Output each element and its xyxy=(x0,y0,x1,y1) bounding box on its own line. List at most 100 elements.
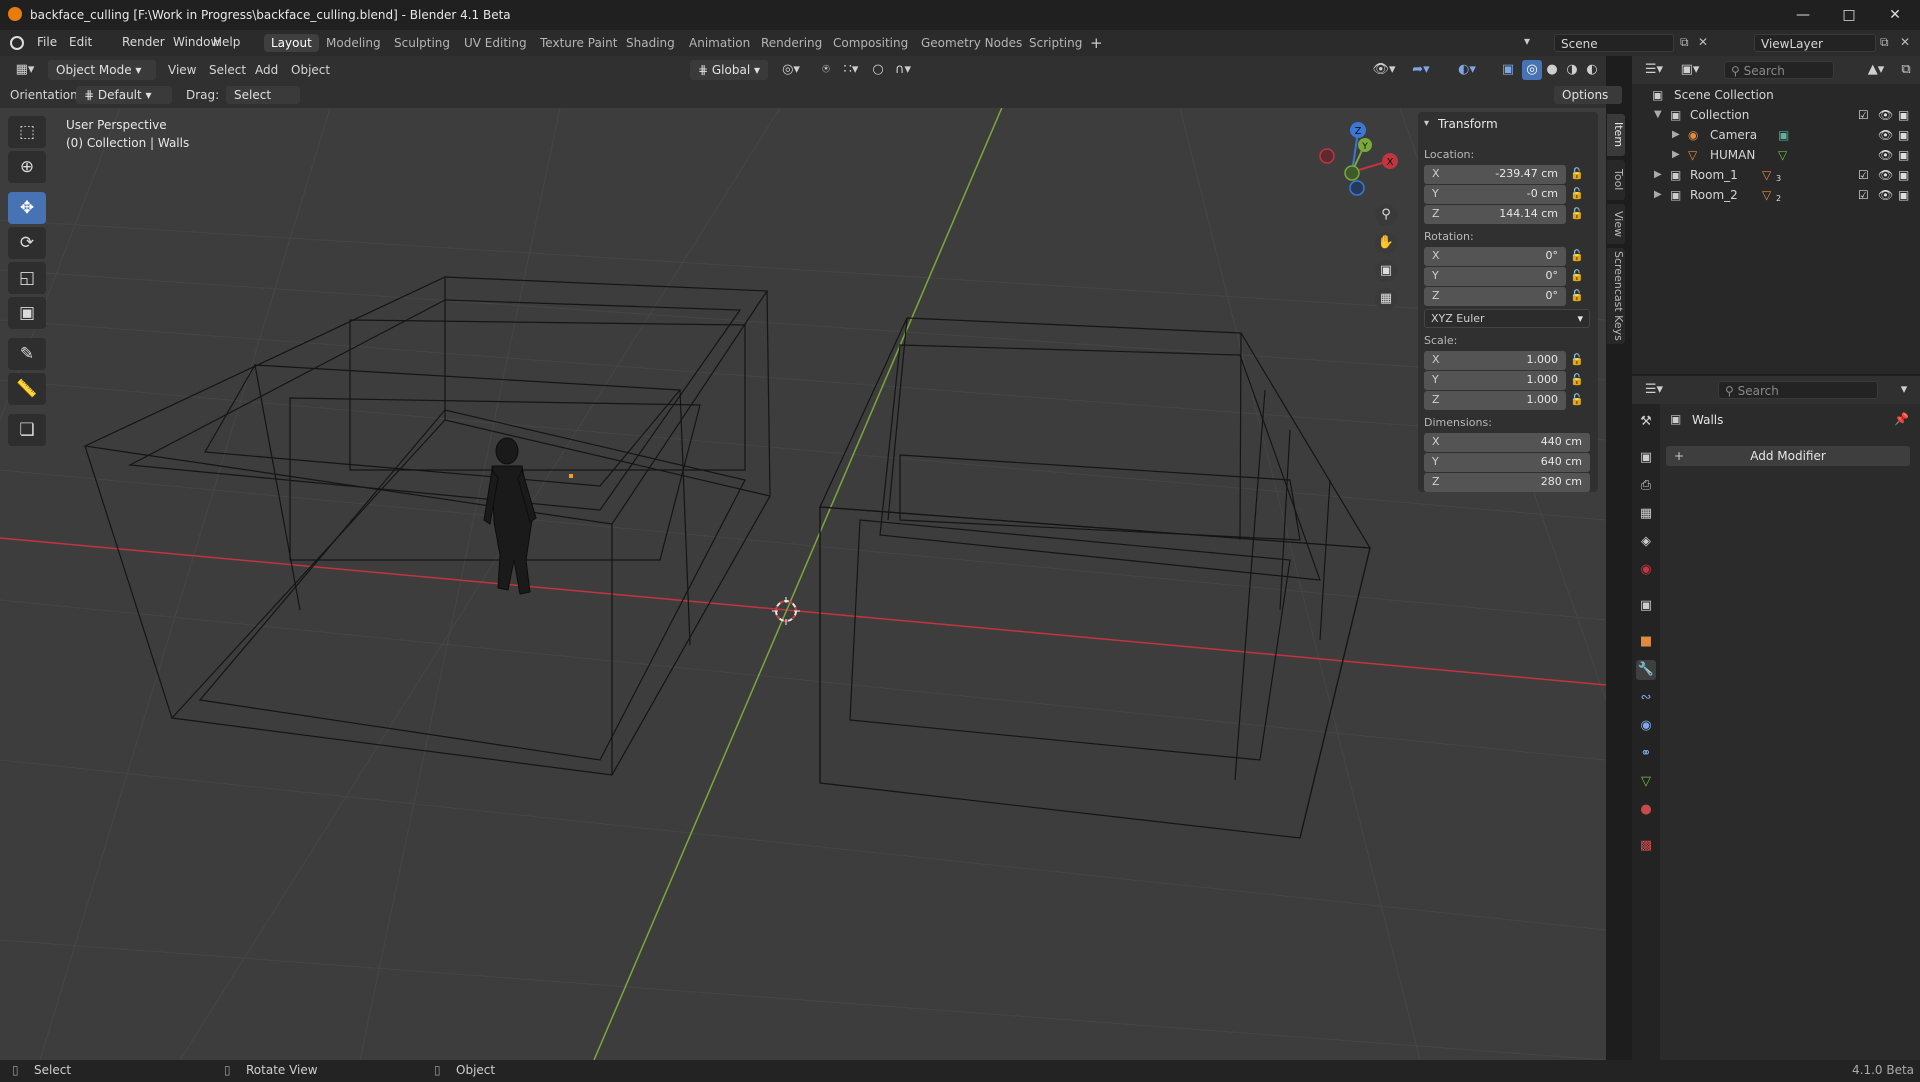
chevron-right-icon[interactable]: ▶ xyxy=(1654,165,1662,185)
chevron-down-icon[interactable]: ▾ xyxy=(1894,380,1914,400)
outliner-editor-icon[interactable]: ☰▾ xyxy=(1640,60,1668,80)
tab-layout[interactable]: Layout xyxy=(264,34,319,52)
maximize-icon[interactable]: □ xyxy=(1840,6,1858,24)
outliner-row-camera[interactable]: ▶ ◉ Camera ▣ 👁 ▣ xyxy=(1632,125,1920,145)
chevron-right-icon[interactable]: ▶ xyxy=(1672,125,1680,145)
lock-icon[interactable]: 🔓 xyxy=(1570,167,1584,180)
tab-screencast-keys[interactable]: Screencast Keys xyxy=(1607,248,1625,344)
checkbox-icon[interactable]: ☑ xyxy=(1858,185,1869,205)
eye-icon[interactable]: 👁 xyxy=(1878,145,1893,165)
navigation-gizmo[interactable]: Z Y X xyxy=(1319,122,1398,196)
minimize-icon[interactable]: — xyxy=(1794,6,1812,24)
new-view-layer-icon[interactable]: ⧉ xyxy=(1880,35,1889,50)
zoom-icon[interactable]: ⚲ xyxy=(1375,204,1397,226)
eye-icon[interactable]: 👁 xyxy=(1878,185,1893,205)
lock-icon[interactable]: 🔓 xyxy=(1570,353,1584,366)
ortho-toggle-icon[interactable]: ▦ xyxy=(1375,288,1397,310)
render-properties-icon[interactable]: ▣ xyxy=(1636,448,1656,468)
collection-properties-icon[interactable]: ▣ xyxy=(1636,596,1656,616)
outliner-row-collection[interactable]: ▼ ▣ Collection ☑ 👁 ▣ xyxy=(1632,105,1920,125)
tab-view[interactable]: View xyxy=(1607,204,1625,244)
new-collection-icon[interactable]: ⧉ xyxy=(1896,60,1916,80)
visibility-icon[interactable]: 👁▾ xyxy=(1370,60,1398,80)
new-scene-icon[interactable]: ⧉ xyxy=(1680,35,1689,50)
display-mode-icon[interactable]: ▣▾ xyxy=(1676,60,1704,80)
view-layer-field[interactable]: ViewLayer xyxy=(1754,34,1876,52)
rotation-y-field[interactable]: Y 0° xyxy=(1424,267,1566,286)
lock-icon[interactable]: 🔓 xyxy=(1570,269,1584,282)
delete-scene-icon[interactable]: ✕ xyxy=(1698,35,1708,49)
checkbox-icon[interactable]: ☑ xyxy=(1858,105,1869,125)
checkbox-icon[interactable]: ☑ xyxy=(1858,165,1869,185)
location-x-field[interactable]: X -239.47 cm xyxy=(1424,165,1566,184)
tab-scripting[interactable]: Scripting xyxy=(1022,34,1089,52)
tab-geometry-nodes[interactable]: Geometry Nodes xyxy=(914,34,1029,52)
wireframe-shading-icon[interactable]: ◎ xyxy=(1522,60,1542,80)
add-workspace-icon[interactable]: + xyxy=(1090,34,1103,52)
dimension-y-field[interactable]: Y 640 cm xyxy=(1424,453,1590,472)
tab-shading[interactable]: Shading xyxy=(619,34,682,52)
eye-icon[interactable]: 👁 xyxy=(1878,165,1893,185)
texture-properties-icon[interactable]: ▩ xyxy=(1636,836,1656,856)
scale-x-field[interactable]: X 1.000 xyxy=(1424,351,1566,370)
delete-view-layer-icon[interactable]: ✕ xyxy=(1900,35,1910,49)
tab-uv-editing[interactable]: UV Editing xyxy=(457,34,534,52)
object-properties-icon[interactable]: ■ xyxy=(1636,632,1656,652)
chevron-down-icon[interactable]: ▼ xyxy=(1654,105,1662,125)
snap-toggle-icon[interactable]: ⍟ xyxy=(816,60,836,80)
move-tool-icon[interactable]: ✥ xyxy=(8,192,46,224)
menu-add[interactable]: Add xyxy=(255,63,278,77)
physics-properties-icon[interactable]: ◉ xyxy=(1636,716,1656,736)
dimension-z-field[interactable]: Z 280 cm xyxy=(1424,473,1590,492)
outliner-row-human[interactable]: ▶ ▽ HUMAN ▽ 👁 ▣ xyxy=(1632,145,1920,165)
solid-shading-icon[interactable]: ● xyxy=(1542,60,1562,80)
tab-modeling[interactable]: Modeling xyxy=(319,34,388,52)
scale-y-field[interactable]: Y 1.000 xyxy=(1424,371,1566,390)
transform-tool-icon[interactable]: ▣ xyxy=(8,297,46,329)
render-camera-icon[interactable]: ▣ xyxy=(1898,145,1909,165)
properties-editor-icon[interactable]: ☰▾ xyxy=(1640,380,1668,400)
cursor-tool-icon[interactable]: ⊕ xyxy=(8,151,46,183)
world-properties-icon[interactable]: ◉ xyxy=(1636,560,1656,580)
object-mode-dropdown[interactable]: Object Mode ▾ xyxy=(48,60,156,80)
menu-object[interactable]: Object xyxy=(291,63,330,77)
rotate-tool-icon[interactable]: ⟳ xyxy=(8,227,46,259)
render-camera-icon[interactable]: ▣ xyxy=(1898,185,1909,205)
location-y-field[interactable]: Y -0 cm xyxy=(1424,185,1566,204)
constraints-properties-icon[interactable]: ⚭ xyxy=(1636,744,1656,764)
transform-orientation-dropdown[interactable]: ⋕ Global ▾ xyxy=(690,60,768,80)
output-properties-icon[interactable]: ⎙ xyxy=(1636,476,1656,496)
rendered-shading-icon[interactable]: ◐ xyxy=(1582,60,1602,80)
render-camera-icon[interactable]: ▣ xyxy=(1898,125,1909,145)
add-cube-tool-icon[interactable]: ❏ xyxy=(8,414,46,446)
blender-menu-icon[interactable] xyxy=(10,36,24,50)
eye-icon[interactable]: 👁 xyxy=(1878,105,1893,125)
tab-animation[interactable]: Animation xyxy=(682,34,757,52)
add-modifier-button[interactable]: + Add Modifier xyxy=(1666,446,1910,466)
particles-properties-icon[interactable]: ∾ xyxy=(1636,688,1656,708)
scene-properties-icon[interactable]: ◈ xyxy=(1636,532,1656,552)
pin-icon[interactable]: 📌 xyxy=(1894,412,1909,426)
modifier-properties-icon[interactable]: 🔧 xyxy=(1636,660,1656,680)
lock-icon[interactable]: 🔓 xyxy=(1570,207,1584,220)
menu-edit[interactable]: Edit xyxy=(69,35,92,49)
options-dropdown[interactable]: Options ▾ xyxy=(1554,86,1622,120)
rotation-x-field[interactable]: X 0° xyxy=(1424,247,1566,266)
xray-icon[interactable]: ▣ xyxy=(1498,60,1518,80)
tab-compositing[interactable]: Compositing xyxy=(826,34,915,52)
menu-select[interactable]: Select xyxy=(209,63,246,77)
rotation-mode-dropdown[interactable]: XYZ Euler ▾ xyxy=(1424,309,1590,328)
chevron-right-icon[interactable]: ▶ xyxy=(1654,185,1662,205)
lock-icon[interactable]: 🔓 xyxy=(1570,393,1584,406)
render-camera-icon[interactable]: ▣ xyxy=(1898,105,1909,125)
lock-icon[interactable]: 🔓 xyxy=(1570,249,1584,262)
measure-tool-icon[interactable]: 📏 xyxy=(8,373,46,405)
lock-icon[interactable]: 🔓 xyxy=(1570,289,1584,302)
rotation-z-field[interactable]: Z 0° xyxy=(1424,287,1566,306)
menu-file[interactable]: File xyxy=(37,35,57,49)
pan-hand-icon[interactable]: ✋ xyxy=(1375,232,1397,254)
menu-help[interactable]: Help xyxy=(213,35,240,49)
scene-browse-icon[interactable]: ▾ xyxy=(1524,34,1552,52)
menu-render[interactable]: Render xyxy=(122,35,165,49)
view-layer-properties-icon[interactable]: ▦ xyxy=(1636,504,1656,524)
